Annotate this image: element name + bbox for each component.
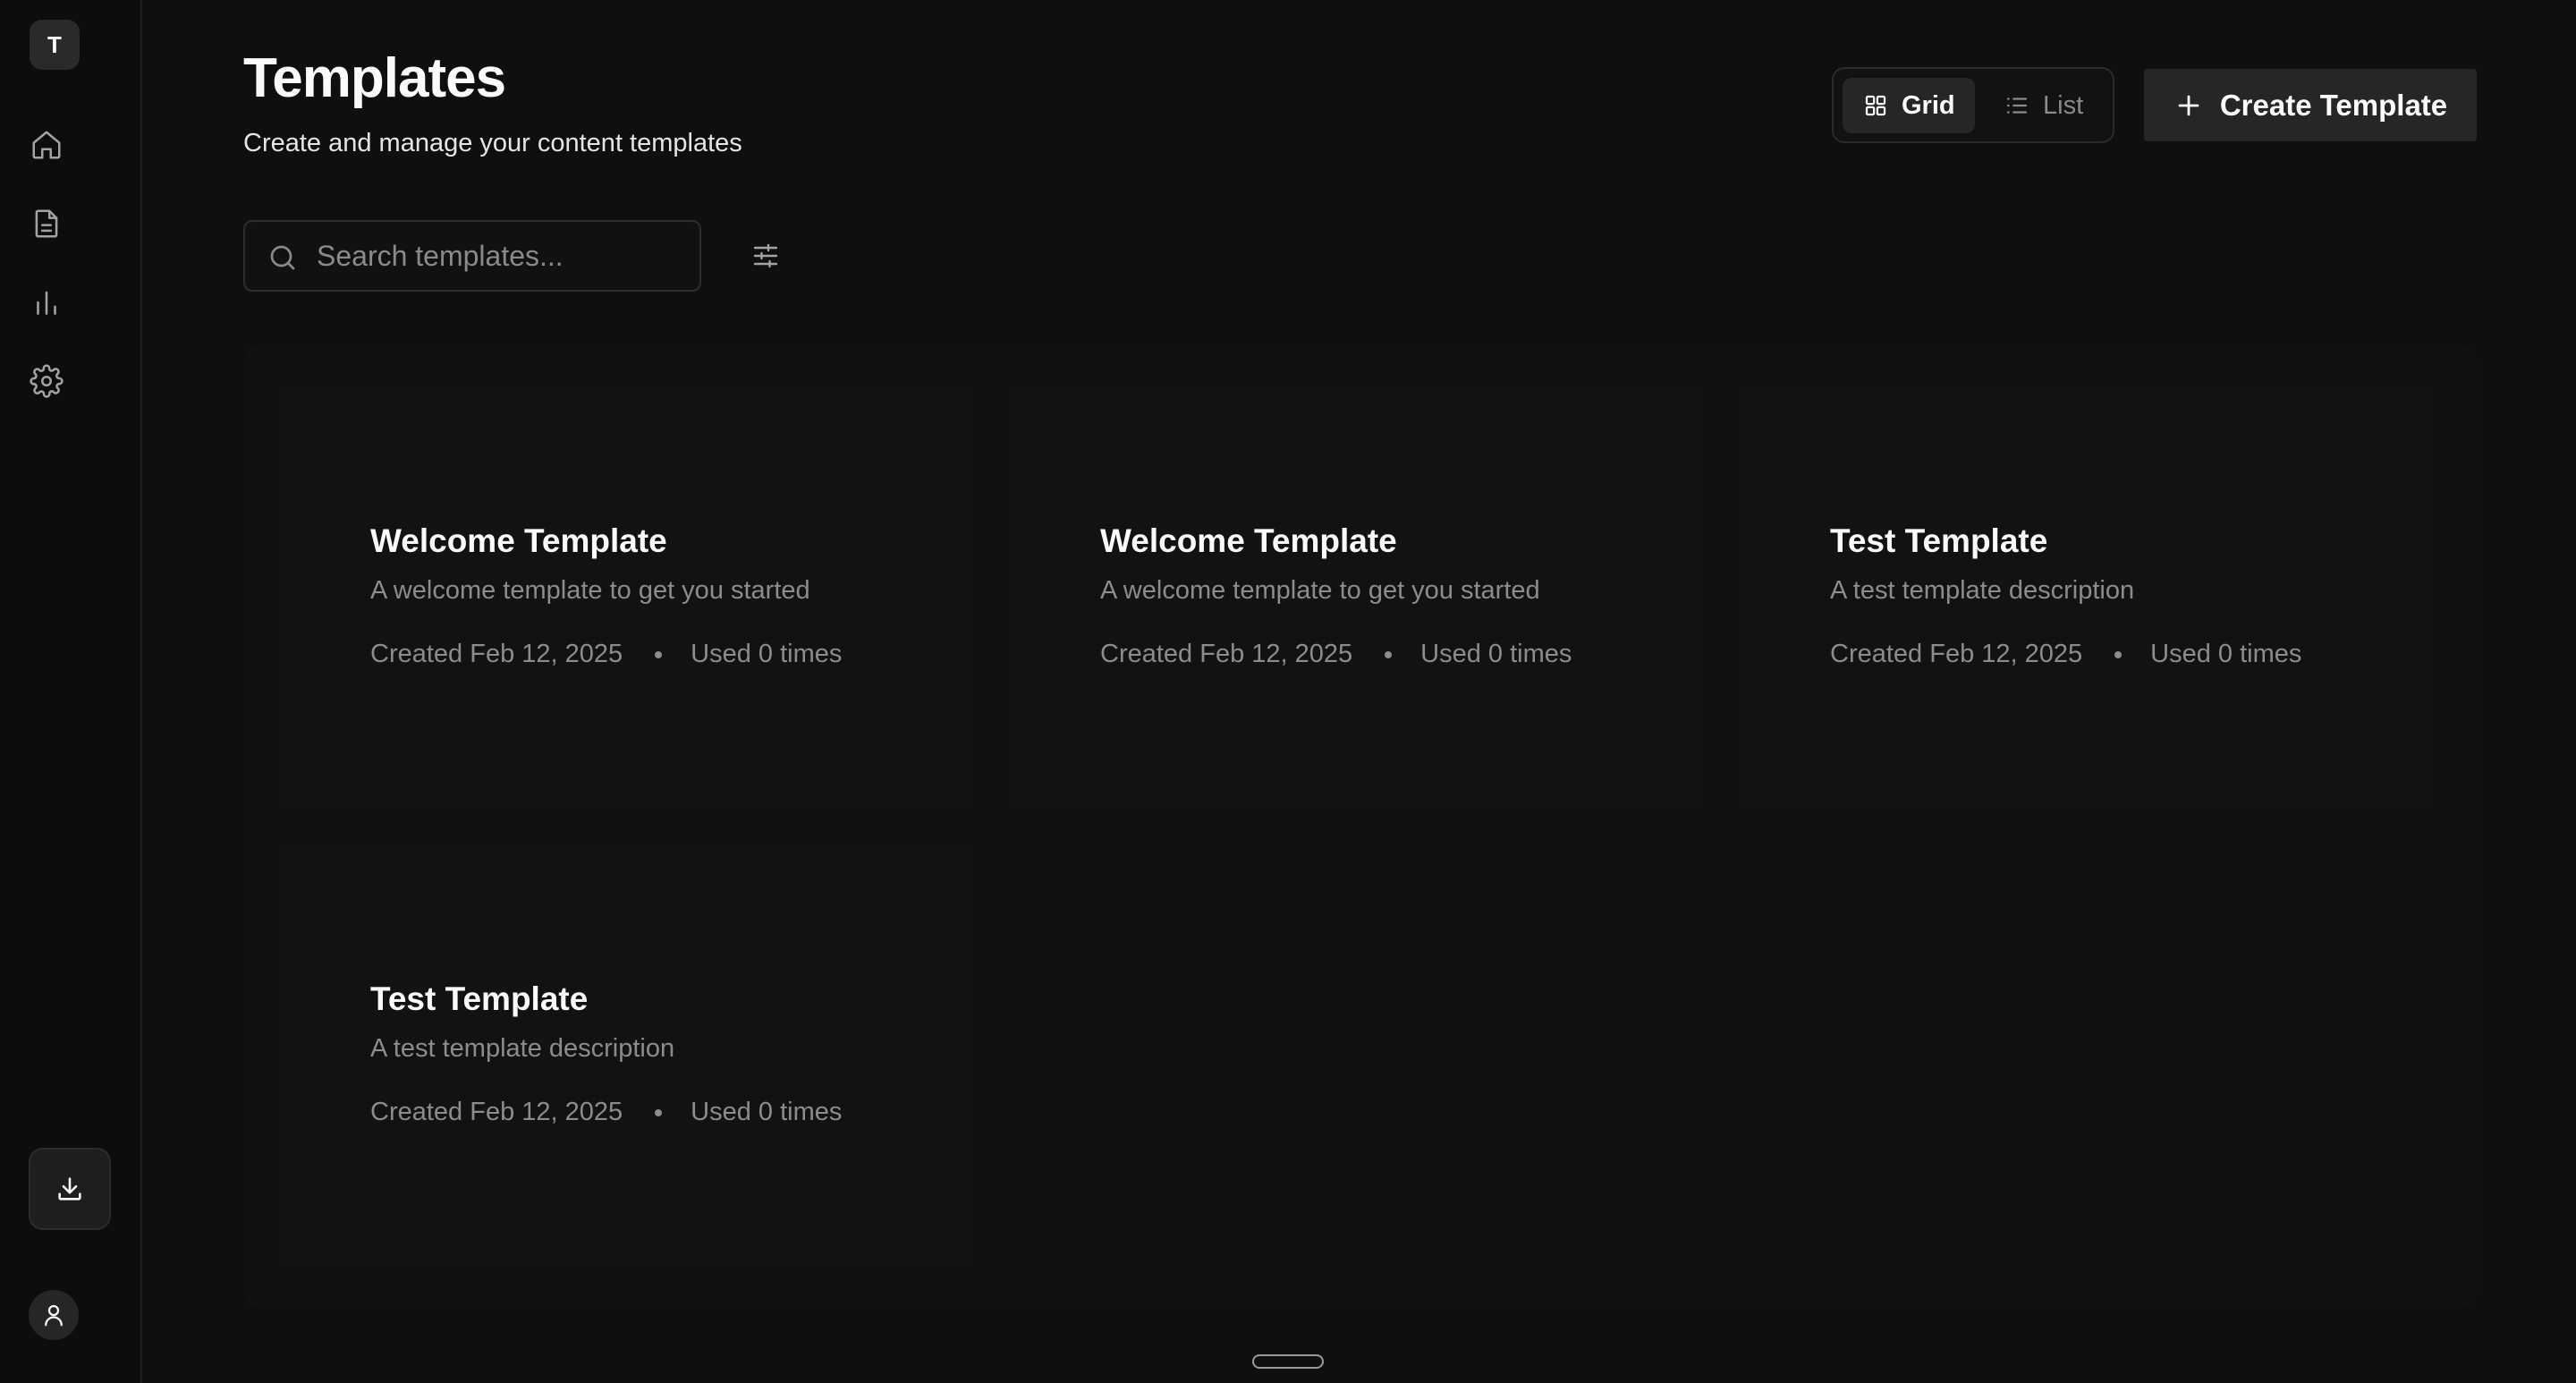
bar-chart-icon	[37, 291, 56, 315]
sidebar-item-analytics[interactable]	[23, 279, 70, 326]
template-usage: Used 0 times	[2150, 640, 2302, 668]
sidebar-item-settings[interactable]	[23, 358, 70, 404]
scroll-handle[interactable]	[1252, 1354, 1324, 1369]
search-input[interactable]	[317, 222, 692, 290]
grid-view-button[interactable]: Grid	[1843, 78, 1975, 133]
grid-view-label: Grid	[1902, 90, 1955, 120]
template-meta: Created Feb 12, 2025 Used 0 times	[1100, 640, 1572, 669]
separator-dot	[2114, 650, 2123, 658]
template-title: Test Template	[1830, 522, 2048, 559]
sliders-icon	[753, 243, 778, 268]
separator-dot	[655, 1108, 663, 1116]
template-created: Created Feb 12, 2025	[370, 640, 623, 668]
template-usage: Used 0 times	[691, 1098, 843, 1126]
create-template-button[interactable]: Create Template	[2144, 69, 2477, 141]
template-description: A test template description	[1830, 576, 2135, 605]
template-description: A welcome template to get you started	[1100, 576, 1540, 605]
plus-icon	[2178, 95, 2199, 115]
list-view-label: List	[2043, 90, 2084, 120]
user-icon	[45, 1304, 63, 1327]
template-meta: Created Feb 12, 2025 Used 0 times	[370, 640, 842, 669]
search-box	[243, 220, 701, 292]
page-title: Templates	[243, 47, 506, 109]
template-description: A welcome template to get you started	[370, 576, 810, 605]
template-card[interactable]: Welcome Template A welcome template to g…	[1014, 386, 1699, 807]
sidebar: T	[0, 0, 142, 1383]
sidebar-item-documents[interactable]	[23, 200, 70, 247]
template-created: Created Feb 12, 2025	[370, 1098, 623, 1126]
page-subtitle: Create and manage your content templates	[243, 129, 742, 157]
separator-dot	[1385, 650, 1393, 658]
template-meta: Created Feb 12, 2025 Used 0 times	[1830, 640, 2301, 669]
template-usage: Used 0 times	[691, 640, 843, 668]
template-title: Welcome Template	[370, 522, 667, 559]
template-card[interactable]: Welcome Template A welcome template to g…	[284, 386, 970, 807]
create-template-label: Create Template	[2219, 88, 2448, 122]
app-root: T Templates Create and manage your conte…	[0, 0, 2576, 1383]
template-created: Created Feb 12, 2025	[1100, 640, 1353, 668]
template-title: Test Template	[370, 980, 589, 1017]
download-button[interactable]	[29, 1148, 111, 1230]
template-usage: Used 0 times	[1420, 640, 1572, 668]
list-view-button[interactable]: List	[1984, 78, 2103, 133]
view-toggle: Grid List	[1832, 67, 2114, 143]
filter-button[interactable]	[744, 233, 787, 279]
user-avatar[interactable]	[29, 1290, 79, 1340]
template-description: A test template description	[370, 1034, 675, 1063]
template-card[interactable]: Test Template A test template descriptio…	[1744, 386, 2429, 807]
document-icon	[35, 209, 58, 238]
templates-grid: Welcome Template A welcome template to g…	[243, 345, 2477, 1308]
logo[interactable]: T	[30, 20, 80, 70]
search-icon	[270, 245, 295, 270]
template-meta: Created Feb 12, 2025 Used 0 times	[370, 1098, 842, 1127]
sidebar-item-home[interactable]	[23, 122, 70, 168]
grid-icon	[1865, 95, 1886, 116]
gear-icon	[30, 364, 64, 398]
home-icon	[32, 131, 61, 159]
list-icon	[2006, 98, 2028, 114]
download-icon	[58, 1177, 81, 1201]
template-created: Created Feb 12, 2025	[1830, 640, 2083, 668]
separator-dot	[655, 650, 663, 658]
template-card[interactable]: Test Template A test template descriptio…	[284, 844, 970, 1265]
template-title: Welcome Template	[1100, 522, 1397, 559]
